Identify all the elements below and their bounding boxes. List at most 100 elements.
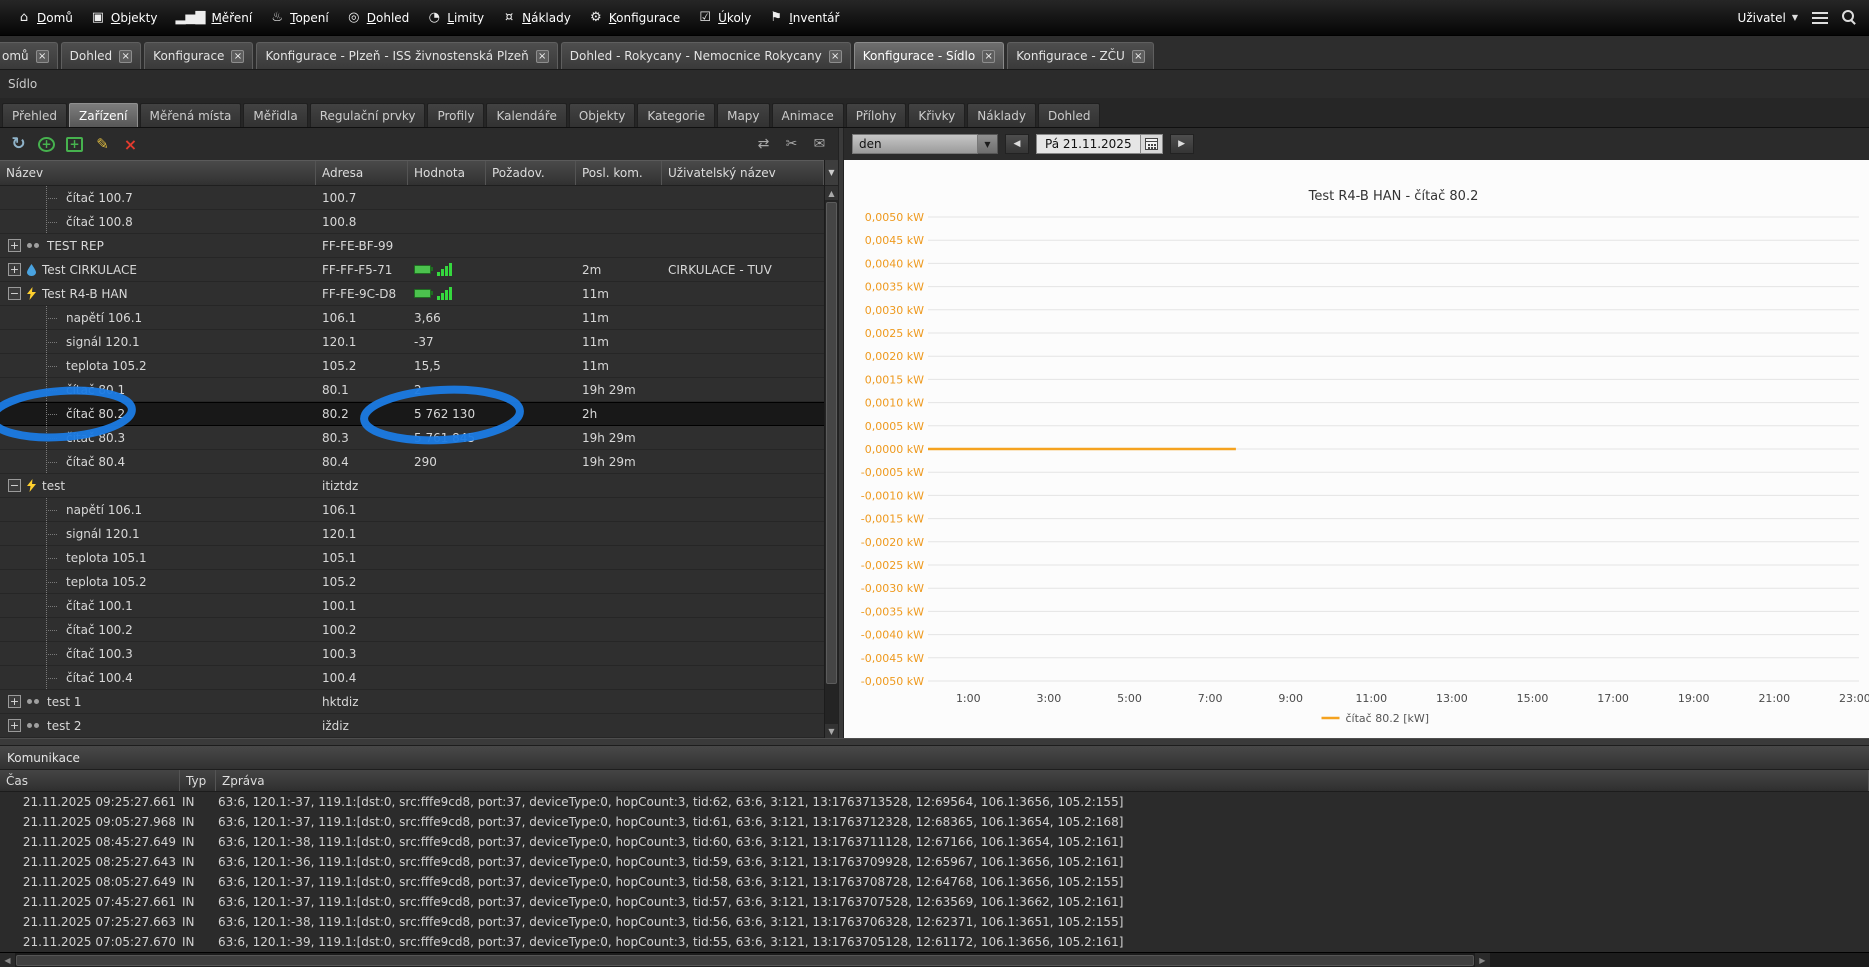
table-row[interactable]: − Test R4-B HAN FF-FE-9C-D8 11m xyxy=(0,282,824,306)
menu-item-heating[interactable]: ♨ Topení xyxy=(261,0,338,35)
subtab[interactable]: Kategorie xyxy=(637,103,716,127)
tab-close-icon[interactable]: × xyxy=(35,49,49,63)
kom-row[interactable]: 21.11.2025 07:25:27.663 IN 63:6, 120.1:-38… xyxy=(0,912,1869,932)
table-row[interactable]: + test 1 hktdiz xyxy=(0,690,824,714)
menu-item-measurement[interactable]: ▂▅▇ Měření xyxy=(166,0,261,35)
table-row[interactable]: teplota 105.1 105.1 xyxy=(0,546,824,570)
calendar-button[interactable] xyxy=(1140,134,1163,154)
menu-item-costs[interactable]: ¤ Náklady xyxy=(493,0,580,35)
column-header[interactable]: Hodnota xyxy=(408,161,486,185)
scroll-right-icon[interactable]: ▶ xyxy=(1474,952,1490,967)
table-row[interactable]: teplota 105.2 105.2 xyxy=(0,570,824,594)
column-header[interactable]: Posl. kom. xyxy=(576,161,662,185)
menu-item-monitoring[interactable]: ◎ Dohled xyxy=(338,0,419,35)
tab-close-icon[interactable]: × xyxy=(231,49,245,63)
subtab[interactable]: Měřidla xyxy=(243,103,308,127)
komunikace-column-header[interactable]: Typ xyxy=(180,770,216,791)
subtab[interactable]: Mapy xyxy=(717,103,770,127)
menu-icon[interactable] xyxy=(1812,11,1828,24)
prev-day-button[interactable]: ◀ xyxy=(1005,134,1029,154)
table-row[interactable]: signál 120.1 120.1 -37 11m xyxy=(0,330,824,354)
kom-row[interactable]: 21.11.2025 08:25:27.643 IN 63:6, 120.1:-36… xyxy=(0,852,1869,872)
table-row[interactable]: − test itiztdz xyxy=(0,474,824,498)
tab-close-icon[interactable]: × xyxy=(1131,49,1145,63)
table-row[interactable]: signál 120.1 120.1 xyxy=(0,522,824,546)
tab[interactable]: Dohled - Rokycany - Nemocnice Rokycany × xyxy=(560,42,851,69)
collapse-icon[interactable]: − xyxy=(8,287,21,300)
kom-row[interactable]: 21.11.2025 07:05:27.670 IN 63:6, 120.1:-39… xyxy=(0,932,1869,952)
date-input[interactable]: Pá 21.11.2025 xyxy=(1036,134,1141,154)
menu-item-inventory[interactable]: ⚑ Inventář xyxy=(760,0,848,35)
filter-icon[interactable]: ▼ xyxy=(825,160,838,186)
table-row[interactable]: napětí 106.1 106.1 3,66 11m xyxy=(0,306,824,330)
add-button[interactable]: + xyxy=(38,136,55,152)
menu-item-limits[interactable]: ◔ Limity xyxy=(418,0,493,35)
tab-close-icon[interactable]: × xyxy=(119,49,133,63)
expand-icon[interactable]: + xyxy=(8,239,21,252)
tab-close-icon[interactable]: × xyxy=(535,49,549,63)
subtab[interactable]: Objekty xyxy=(568,103,636,127)
scroll-thumb[interactable] xyxy=(826,202,837,685)
menu-item-configuration[interactable]: ⚙ Konfigurace xyxy=(580,0,689,35)
user-menu[interactable]: Uživatel ▼ xyxy=(1738,11,1798,25)
tab[interactable]: Dohled × xyxy=(60,42,142,69)
menu-item-home[interactable]: ⌂ Domů xyxy=(8,0,82,35)
tab[interactable]: Konfigurace - Plzeň - ISS živnostenská P… xyxy=(256,42,558,69)
komunikace-column-header[interactable]: Zpráva xyxy=(216,770,1869,791)
table-row[interactable]: čítač 80.3 80.3 5 761 845 19h 29m xyxy=(0,426,824,450)
komunikace-column-header[interactable]: Čas xyxy=(0,770,180,791)
menu-item-objects[interactable]: ▣ Objekty xyxy=(82,0,167,35)
column-header[interactable]: Uživatelský název xyxy=(662,161,824,185)
table-row[interactable]: čítač 80.4 80.4 290 19h 29m xyxy=(0,450,824,474)
column-header[interactable]: Název xyxy=(0,161,316,185)
scroll-down-icon[interactable]: ▼ xyxy=(825,724,838,738)
subtab[interactable]: Měřená místa xyxy=(139,103,242,127)
horizontal-scrollbar[interactable]: ◀ ▶ xyxy=(0,952,1869,967)
table-row[interactable]: + Test CIRKULACE FF-FF-F5-71 2m CIRKULACE - … xyxy=(0,258,824,282)
add-group-button[interactable]: + xyxy=(66,136,83,152)
table-row[interactable]: čítač 100.1 100.1 xyxy=(0,594,824,618)
subtab[interactable]: Přílohy xyxy=(845,103,907,127)
kom-row[interactable]: 21.11.2025 08:45:27.649 IN 63:6, 120.1:-38… xyxy=(0,832,1869,852)
period-dropdown-button[interactable]: ▼ xyxy=(978,134,998,154)
kom-row[interactable]: 21.11.2025 08:05:27.649 IN 63:6, 120.1:-37… xyxy=(0,872,1869,892)
table-row[interactable]: čítač 80.2 80.2 5 762 130 2h xyxy=(0,402,824,426)
subtab[interactable]: Zařízení xyxy=(69,103,138,127)
column-header[interactable]: Adresa xyxy=(316,161,408,185)
scroll-up-icon[interactable]: ▲ xyxy=(825,186,838,200)
table-scrollbar[interactable]: ▼ ▲ ▼ xyxy=(824,160,838,738)
kom-row[interactable]: 21.11.2025 09:25:27.661 IN 63:6, 120.1:-37… xyxy=(0,792,1869,812)
tab[interactable]: Konfigurace × xyxy=(144,42,254,69)
tab-close-icon[interactable]: × xyxy=(982,49,996,63)
tab[interactable]: Konfigurace - Sídlo × xyxy=(853,42,1005,69)
period-select[interactable]: den xyxy=(852,134,978,154)
table-row[interactable]: napětí 106.1 106.1 xyxy=(0,498,824,522)
kom-row[interactable]: 21.11.2025 07:45:27.661 IN 63:6, 120.1:-37… xyxy=(0,892,1869,912)
table-row[interactable]: teplota 105.2 105.2 15,5 11m xyxy=(0,354,824,378)
subtab[interactable]: Přehled xyxy=(2,103,68,127)
tab[interactable]: omů × xyxy=(0,42,58,69)
scroll-track[interactable] xyxy=(825,200,838,724)
table-row[interactable]: čítač 100.8 100.8 xyxy=(0,210,824,234)
tab[interactable]: Konfigurace - ZČU × xyxy=(1007,42,1154,69)
refresh-button[interactable]: ↻ xyxy=(10,134,27,154)
table-row[interactable]: + TEST REP FF-FE-BF-99 xyxy=(0,234,824,258)
table-row[interactable]: čítač 100.4 100.4 xyxy=(0,666,824,690)
table-row[interactable]: čítač 100.7 100.7 xyxy=(0,186,824,210)
swap-icon[interactable]: ⇄ xyxy=(755,136,772,152)
expand-icon[interactable]: + xyxy=(8,695,21,708)
table-row[interactable]: + test 2 iždiz xyxy=(0,714,824,738)
next-day-button[interactable]: ▶ xyxy=(1169,134,1194,154)
subtab[interactable]: Kalendáře xyxy=(486,103,567,127)
subtab[interactable]: Náklady xyxy=(967,103,1036,127)
tab-close-icon[interactable]: × xyxy=(828,49,842,63)
expand-icon[interactable]: + xyxy=(8,719,21,732)
subtab[interactable]: Regulační prvky xyxy=(309,103,426,127)
kom-row[interactable]: 21.11.2025 09:05:27.968 IN 63:6, 120.1:-37… xyxy=(0,812,1869,832)
table-row[interactable]: čítač 100.2 100.2 xyxy=(0,618,824,642)
scroll-left-icon[interactable]: ◀ xyxy=(0,952,15,967)
subtab[interactable]: Dohled xyxy=(1037,103,1101,127)
scissors-icon[interactable]: ✂ xyxy=(783,136,800,152)
table-row[interactable]: čítač 80.1 80.1 2 19h 29m xyxy=(0,378,824,402)
expand-icon[interactable]: + xyxy=(8,263,21,276)
